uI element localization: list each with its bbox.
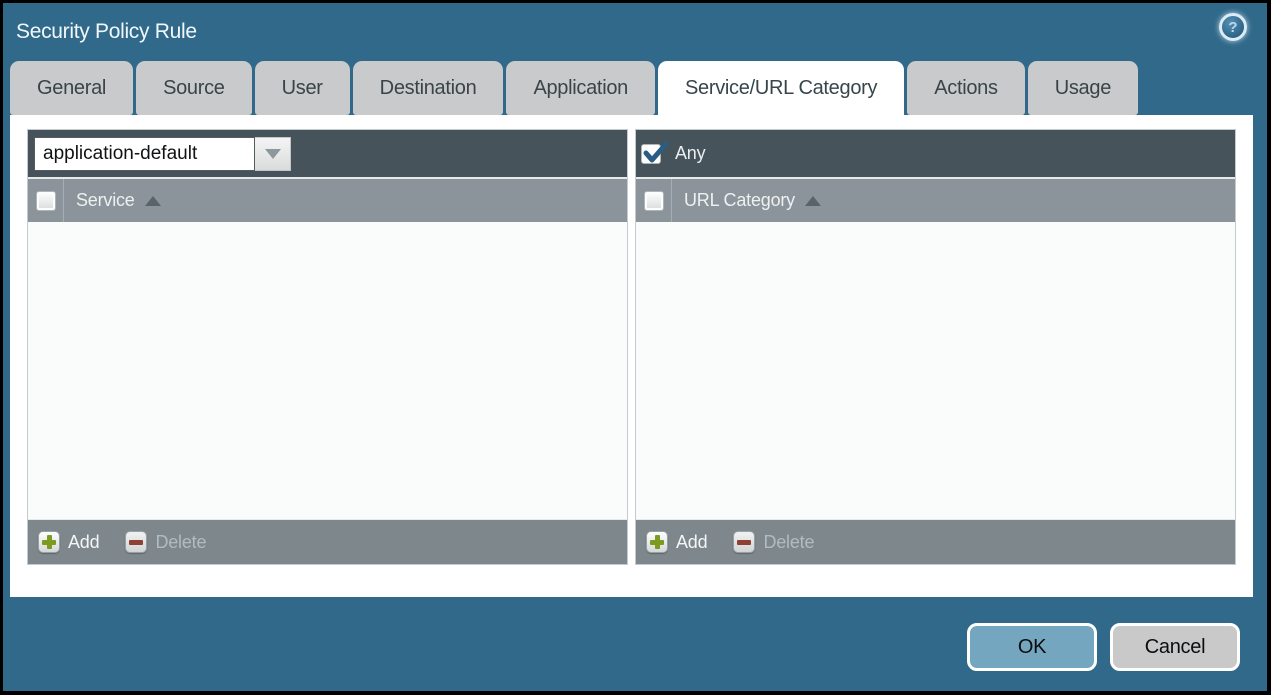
any-checkbox[interactable] xyxy=(641,141,669,164)
service-type-dropdown-button[interactable] xyxy=(255,136,291,171)
url-category-toolbar: Any xyxy=(636,130,1235,177)
url-category-list[interactable] xyxy=(636,222,1235,519)
tab-content: Service Add Delete xyxy=(10,115,1253,597)
sort-ascending-icon xyxy=(804,195,821,206)
service-column-header[interactable]: Service xyxy=(28,177,627,222)
security-policy-rule-dialog: Security Policy Rule ? General Source Us… xyxy=(3,3,1267,691)
add-button-label: Add xyxy=(676,531,708,552)
url-category-column-header[interactable]: URL Category xyxy=(636,177,1235,222)
tab-destination[interactable]: Destination xyxy=(352,61,504,115)
delete-minus-icon xyxy=(125,531,148,553)
sort-ascending-icon xyxy=(144,195,161,206)
url-category-footer: Add Delete xyxy=(636,519,1235,564)
tab-usage[interactable]: Usage xyxy=(1027,61,1139,115)
service-list[interactable] xyxy=(28,222,627,519)
service-panel: Service Add Delete xyxy=(27,129,628,565)
tab-general[interactable]: General xyxy=(10,61,134,115)
dialog-title: Security Policy Rule xyxy=(16,20,197,43)
help-glyph: ? xyxy=(1228,18,1238,36)
service-toolbar xyxy=(28,130,627,177)
help-icon[interactable]: ? xyxy=(1219,13,1247,41)
add-plus-icon xyxy=(646,531,668,553)
service-select-all-cell xyxy=(28,179,64,222)
tab-bar: General Source User Destination Applicat… xyxy=(3,61,1267,115)
delete-button-label: Delete xyxy=(155,531,207,552)
tab-user[interactable]: User xyxy=(254,61,350,115)
titlebar: Security Policy Rule ? xyxy=(3,3,1267,61)
tab-source[interactable]: Source xyxy=(136,61,252,115)
service-type-input[interactable] xyxy=(34,136,255,171)
url-category-add-button[interactable]: Add xyxy=(646,531,708,553)
url-category-delete-button[interactable]: Delete xyxy=(733,531,814,553)
service-add-button[interactable]: Add xyxy=(38,531,100,553)
delete-button-label: Delete xyxy=(763,531,815,552)
service-type-combobox xyxy=(34,136,291,171)
service-select-all-checkbox[interactable] xyxy=(35,190,56,211)
url-category-panel: Any URL Category Add Delete xyxy=(635,129,1236,565)
url-category-column-label: URL Category xyxy=(684,190,795,210)
service-footer: Add Delete xyxy=(28,519,627,564)
add-plus-icon xyxy=(38,531,60,553)
service-delete-button[interactable]: Delete xyxy=(125,531,206,553)
tab-actions[interactable]: Actions xyxy=(907,61,1025,115)
tab-application[interactable]: Application xyxy=(506,61,655,115)
tab-service-url-category[interactable]: Service/URL Category xyxy=(657,61,905,115)
delete-minus-icon xyxy=(733,531,756,553)
add-button-label: Add xyxy=(68,531,100,552)
ok-button[interactable]: OK xyxy=(967,623,1097,671)
service-column-label: Service xyxy=(76,190,135,210)
checkmark-icon xyxy=(643,141,669,162)
cancel-button[interactable]: Cancel xyxy=(1110,623,1240,671)
dialog-actions: OK Cancel xyxy=(967,623,1240,671)
url-category-select-all-checkbox[interactable] xyxy=(643,190,664,211)
chevron-down-icon xyxy=(264,148,281,159)
url-category-select-all-cell xyxy=(636,179,672,222)
any-label: Any xyxy=(675,143,706,163)
